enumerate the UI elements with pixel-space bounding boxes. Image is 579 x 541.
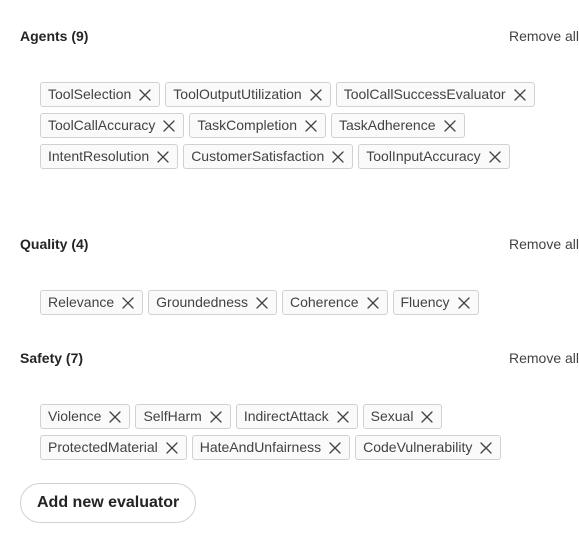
evaluator-tag-label: ToolSelection [48,86,132,102]
evaluator-tag: ToolSelection [40,82,161,107]
dismiss-icon[interactable] [328,441,342,455]
evaluator-tag-label: Groundedness [156,294,248,310]
evaluator-tag-label: Coherence [290,294,359,310]
section-header: Safety (7) Remove all [0,348,579,368]
tag-list: ToolSelection ToolOutputUtilization ToolCa… [40,82,579,169]
evaluator-tag: Fluency [392,290,479,315]
evaluator-tag-label: Sexual [370,408,414,424]
tag-list: Violence SelfHarm IndirectAttack Sexual Prot… [40,404,579,460]
dismiss-icon[interactable] [304,119,318,133]
dismiss-icon[interactable] [309,88,323,102]
evaluator-tag: Sexual [362,404,443,429]
evaluator-tag-label: ToolOutputUtilization [173,86,302,102]
evaluator-tag-label: TaskAdherence [338,117,436,133]
evaluator-tag-label: CodeVulnerability [363,439,473,455]
dismiss-icon[interactable] [121,296,135,310]
evaluator-tag-label: Violence [48,408,102,424]
evaluator-tag: ProtectedMaterial [40,435,187,460]
section-agents: Agents (9) Remove all ToolSelection ToolO… [0,26,579,169]
evaluator-tag-label: Relevance [48,294,115,310]
evaluator-tag-label: ProtectedMaterial [48,439,158,455]
evaluator-tag: SelfHarm [135,404,231,429]
evaluator-tag-label: ToolCallSuccessEvaluator [343,86,506,102]
dismiss-icon[interactable] [331,150,345,164]
dismiss-icon[interactable] [336,410,350,424]
evaluator-tag: TaskAdherence [330,113,465,138]
evaluator-tag-label: CustomerSatisfaction [191,148,325,164]
evaluator-tag-label: SelfHarm [143,408,202,424]
evaluator-tag-label: ToolInputAccuracy [366,148,481,164]
dismiss-icon[interactable] [443,119,457,133]
evaluator-tag: CodeVulnerability [355,435,502,460]
dismiss-icon[interactable] [138,88,152,102]
evaluator-tag: Relevance [40,290,144,315]
evaluator-tag: ToolOutputUtilization [165,82,331,107]
dismiss-icon[interactable] [162,119,176,133]
dismiss-icon[interactable] [108,410,122,424]
dismiss-icon[interactable] [479,441,493,455]
dismiss-icon[interactable] [457,296,471,310]
section-title: Agents (9) [20,28,89,44]
remove-all-button[interactable]: Remove all [509,26,579,46]
evaluator-tag: IndirectAttack [235,404,358,429]
dismiss-icon[interactable] [156,150,170,164]
dismiss-icon[interactable] [209,410,223,424]
dismiss-icon[interactable] [420,410,434,424]
dismiss-icon[interactable] [165,441,179,455]
dismiss-icon[interactable] [513,88,527,102]
remove-all-button[interactable]: Remove all [509,234,579,254]
evaluator-tag: ToolInputAccuracy [358,144,510,169]
add-new-evaluator-button[interactable]: Add new evaluator [20,483,197,523]
remove-all-button[interactable]: Remove all [509,348,579,368]
section-header: Agents (9) Remove all [0,26,579,46]
evaluator-tag: IntentResolution [40,144,179,169]
tag-list: Relevance Groundedness Coherence Fluency [40,290,579,315]
dismiss-icon[interactable] [366,296,380,310]
evaluator-tag: HateAndUnfairness [191,435,351,460]
evaluator-tag: Coherence [282,290,388,315]
evaluator-tag: TaskCompletion [189,113,326,138]
evaluator-tag-label: HateAndUnfairness [199,439,322,455]
evaluator-tag: Violence [40,404,131,429]
evaluator-tag-label: ToolCallAccuracy [48,117,156,133]
evaluator-tag: ToolCallAccuracy [40,113,185,138]
dismiss-icon[interactable] [255,296,269,310]
evaluator-tag-label: TaskCompletion [197,117,297,133]
evaluator-tag-label: Fluency [400,294,450,310]
evaluator-tag-label: IndirectAttack [243,408,329,424]
dismiss-icon[interactable] [488,150,502,164]
evaluator-tag: ToolCallSuccessEvaluator [335,82,535,107]
section-header: Quality (4) Remove all [0,234,579,254]
section-title: Safety (7) [20,350,84,366]
evaluator-tag: Groundedness [148,290,277,315]
evaluator-tag: CustomerSatisfaction [183,144,354,169]
section-title: Quality (4) [20,236,89,252]
section-safety: Safety (7) Remove all Violence SelfHarm In… [0,348,579,460]
section-quality: Quality (4) Remove all Relevance Grounded… [0,234,579,315]
evaluator-tag-label: IntentResolution [48,148,150,164]
